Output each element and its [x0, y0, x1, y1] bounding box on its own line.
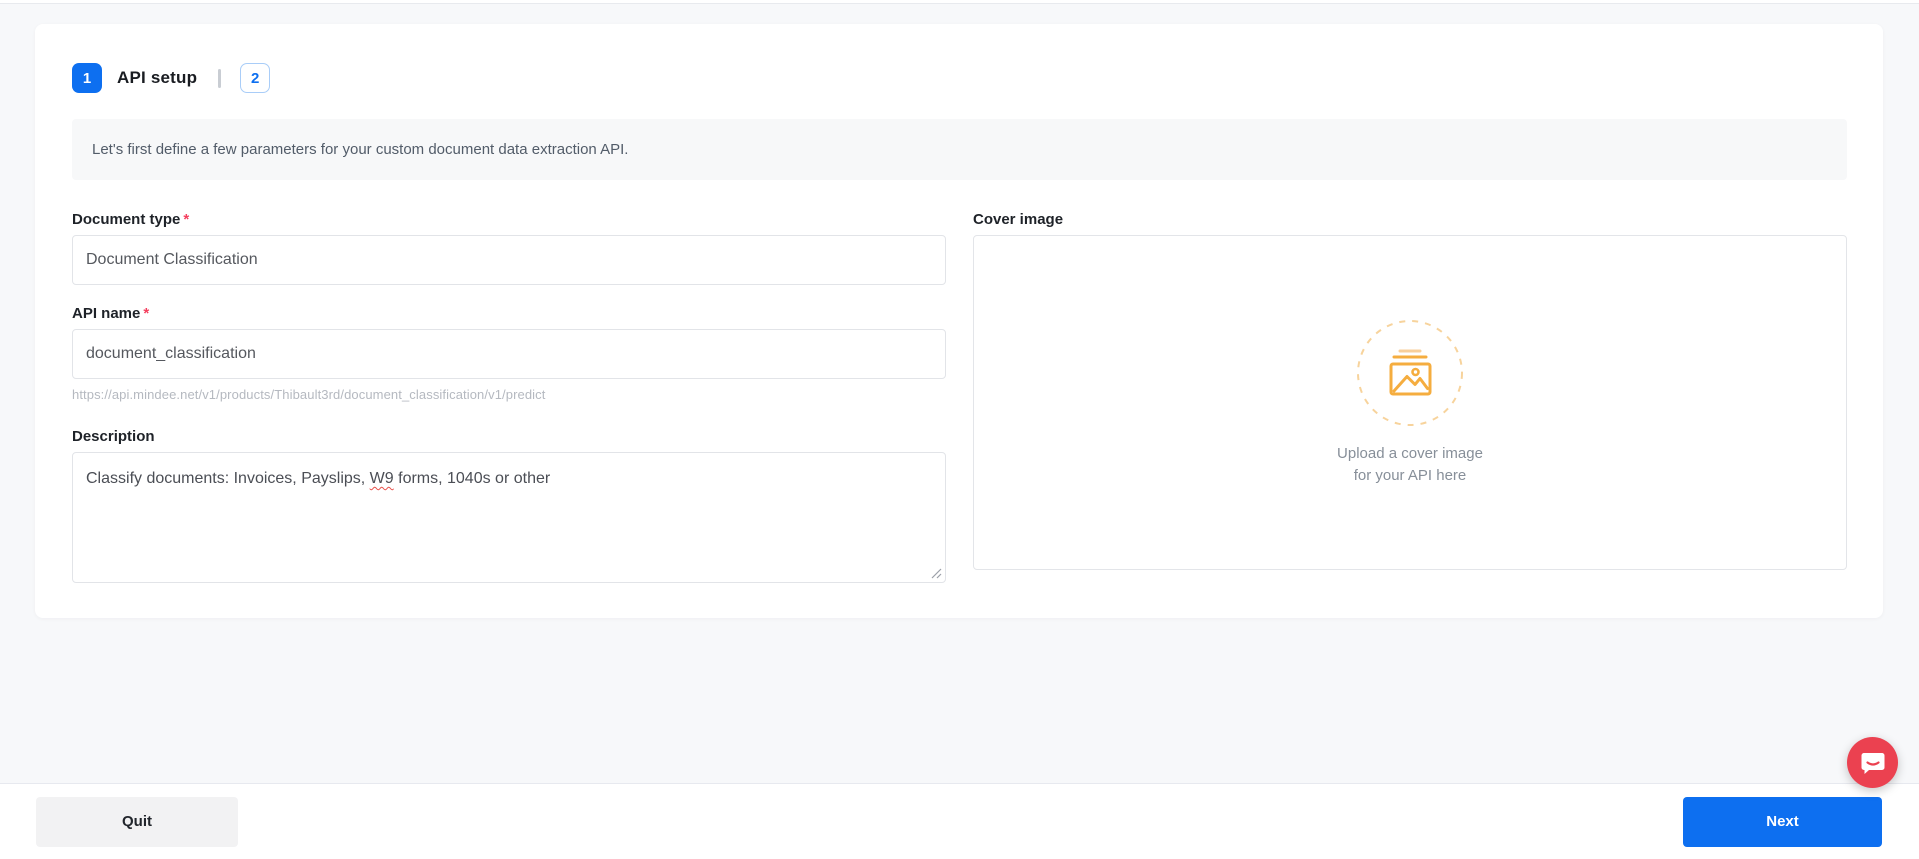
next-button[interactable]: Next — [1683, 796, 1882, 847]
page: 1 API setup 2 Let's first define a few p… — [0, 0, 1919, 859]
api-name-label: API name * — [72, 305, 946, 322]
step-1-title: API setup — [117, 68, 198, 87]
description-textarea[interactable]: Classify documents: Invoices, Payslips, … — [72, 452, 946, 583]
cover-image-label: Cover image — [973, 211, 1064, 228]
upload-instructions-line1: Upload a cover image — [1337, 444, 1483, 462]
top-navbar-edge — [0, 0, 1919, 4]
chat-messenger-icon — [1861, 752, 1884, 774]
description-label: Description — [72, 428, 155, 445]
description-text: forms, 1040s or other — [393, 470, 551, 487]
dashed-ring — [1357, 319, 1463, 426]
textarea-resize-grip[interactable] — [930, 567, 942, 579]
form-columns: Document type* API name* https://api.min… — [72, 211, 1847, 583]
wizard-footer: Quit Next — [0, 783, 1919, 859]
api-endpoint-url-hint: https://api.mindee.net/v1/products/Thiba… — [72, 387, 546, 402]
description-misspelled-word: W9 — [369, 470, 394, 487]
upload-instructions-line2: for your API here — [1353, 466, 1467, 484]
info-banner: Let's first define a few parameters for … — [72, 119, 1847, 180]
upload-circle — [1356, 319, 1464, 427]
api-name-input[interactable] — [72, 329, 946, 379]
step-indicator: 1 API setup 2 — [72, 63, 1847, 93]
quit-button[interactable]: Quit — [36, 796, 238, 847]
step-2-badge[interactable]: 2 — [240, 63, 271, 93]
description-text: Classify documents: Invoices, Payslips, — [86, 470, 370, 487]
step-1-badge[interactable]: 1 — [72, 63, 102, 93]
info-banner-text: Let's first define a few parameters for … — [92, 141, 629, 158]
required-asterisk: * — [143, 305, 150, 322]
step-divider — [218, 68, 222, 88]
cover-image-column: Cover image Upload a cover image for you… — [973, 211, 1847, 583]
chat-launcher-button[interactable] — [1847, 737, 1898, 788]
upload-instructions: Upload a cover image for your API here — [1337, 443, 1483, 487]
form-column: Document type* API name* https://api.min… — [72, 211, 946, 583]
cover-image-upload-dropzone[interactable]: Upload a cover image for your API here — [973, 235, 1847, 570]
document-type-label-text: Document type — [72, 211, 181, 228]
api-name-label-text: API name — [72, 305, 141, 322]
document-type-input[interactable] — [72, 235, 946, 285]
required-asterisk: * — [183, 211, 190, 228]
document-type-label: Document type * — [72, 211, 946, 228]
api-setup-card: 1 API setup 2 Let's first define a few p… — [35, 24, 1883, 618]
